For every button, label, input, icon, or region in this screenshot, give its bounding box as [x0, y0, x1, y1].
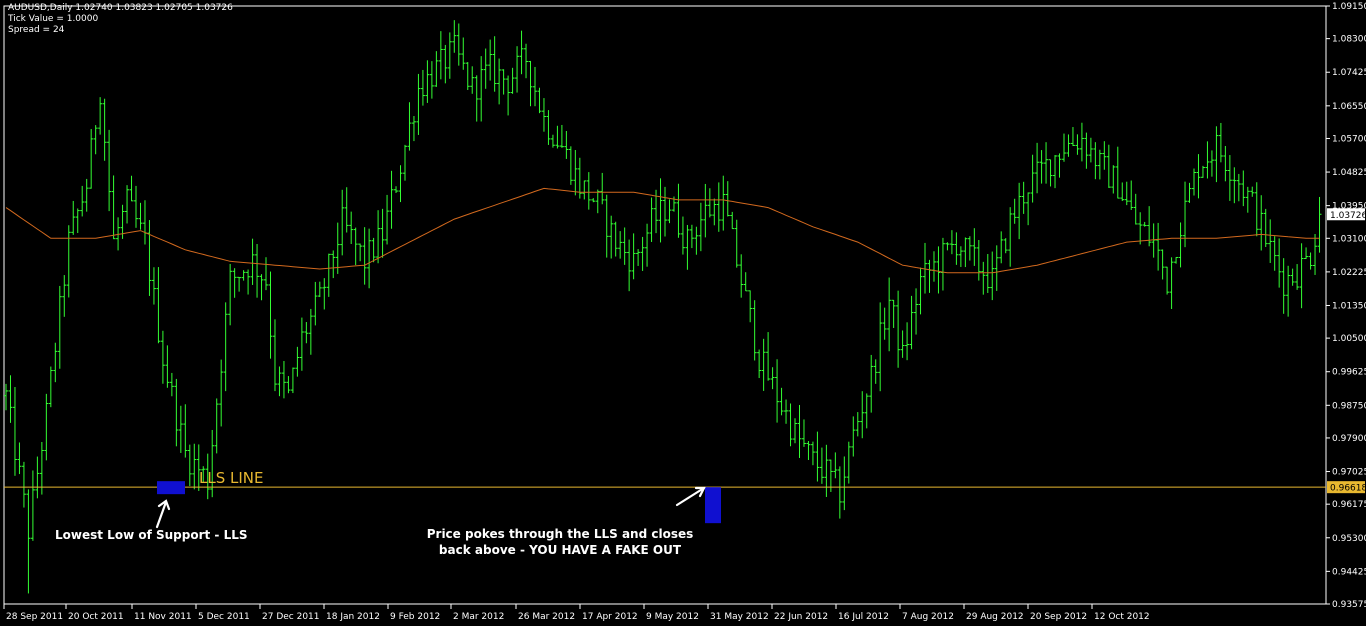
bar-series: [4, 20, 1322, 594]
current-price-tag-label: 1.03726: [1330, 211, 1366, 221]
x-tick-label: 12 Oct 2012: [1094, 612, 1150, 622]
x-tick-label: 7 Aug 2012: [902, 612, 954, 622]
y-tick-label: 0.97900: [1332, 434, 1366, 444]
x-tick-label: 22 Jun 2012: [774, 612, 828, 622]
x-tick-label: 27 Dec 2011: [262, 612, 320, 622]
y-tick-label: 1.07425: [1332, 68, 1366, 78]
plot-frame: [3, 5, 1327, 605]
y-tick-label: 1.05700: [1332, 134, 1366, 144]
y-tick-label: 0.94425: [1332, 567, 1366, 577]
x-tick-label: 9 Feb 2012: [390, 612, 440, 622]
y-tick-label: 1.03100: [1332, 234, 1366, 244]
x-tick-label: 5 Dec 2011: [198, 612, 250, 622]
fakeout-highlight-box: [705, 487, 721, 524]
y-tick-label: 1.02225: [1332, 268, 1366, 278]
y-tick-label: 0.97025: [1332, 468, 1366, 478]
x-tick-label: 28 Sep 2011: [6, 612, 63, 622]
y-tick-label: 1.06550: [1332, 102, 1366, 112]
x-tick-label: 29 Aug 2012: [966, 612, 1024, 622]
x-tick-label: 17 Apr 2012: [582, 612, 638, 622]
y-tick-label: 0.96175: [1332, 500, 1366, 510]
arrows: [155, 486, 706, 529]
x-tick-label: 26 Mar 2012: [518, 612, 575, 622]
y-tick-label: 1.08300: [1332, 35, 1366, 45]
y-tick-label: 1.04825: [1332, 168, 1366, 178]
x-tick-label: 2 Mar 2012: [453, 612, 504, 622]
y-tick-label: 0.99625: [1332, 368, 1366, 378]
spread: Spread = 24: [8, 25, 65, 35]
y-tick-label: 0.95300: [1332, 534, 1366, 544]
x-tick-label: 20 Oct 2011: [68, 612, 124, 622]
y-tick-label: 1.00500: [1332, 334, 1366, 344]
y-tick-label: 1.01350: [1332, 301, 1366, 311]
y-tick-label: 0.93575: [1332, 600, 1366, 610]
lowest-low-annotation: Lowest Low of Support - LLS: [55, 528, 248, 542]
x-tick-label: 16 Jul 2012: [838, 612, 889, 622]
x-tick-label: 31 May 2012: [710, 612, 769, 622]
y-tick-label: 1.09150: [1332, 2, 1366, 12]
y-tick-label: 0.98750: [1332, 401, 1366, 411]
x-tick-label: 9 May 2012: [646, 612, 699, 622]
x-tick-label: 11 Nov 2011: [134, 612, 192, 622]
x-tick-label: 20 Sep 2012: [1030, 612, 1087, 622]
fakeout-annotation-line1: Price pokes through the LLS and closes: [426, 527, 694, 541]
lls-price-tag-label: 0.96618: [1330, 484, 1366, 494]
x-tick-label: 18 Jan 2012: [326, 612, 380, 622]
lls-line-label: LLS LINE: [199, 469, 264, 487]
moving-average-line: [5, 187, 1320, 274]
symbol-info: AUDUSD,Daily 1.02740 1.03823 1.02705 1.0…: [8, 3, 233, 13]
lls-highlight-box: [157, 481, 185, 495]
fakeout-annotation-line2: back above - YOU HAVE A FAKE OUT: [438, 543, 682, 557]
tick-value: Tick Value = 1.0000: [8, 14, 99, 24]
